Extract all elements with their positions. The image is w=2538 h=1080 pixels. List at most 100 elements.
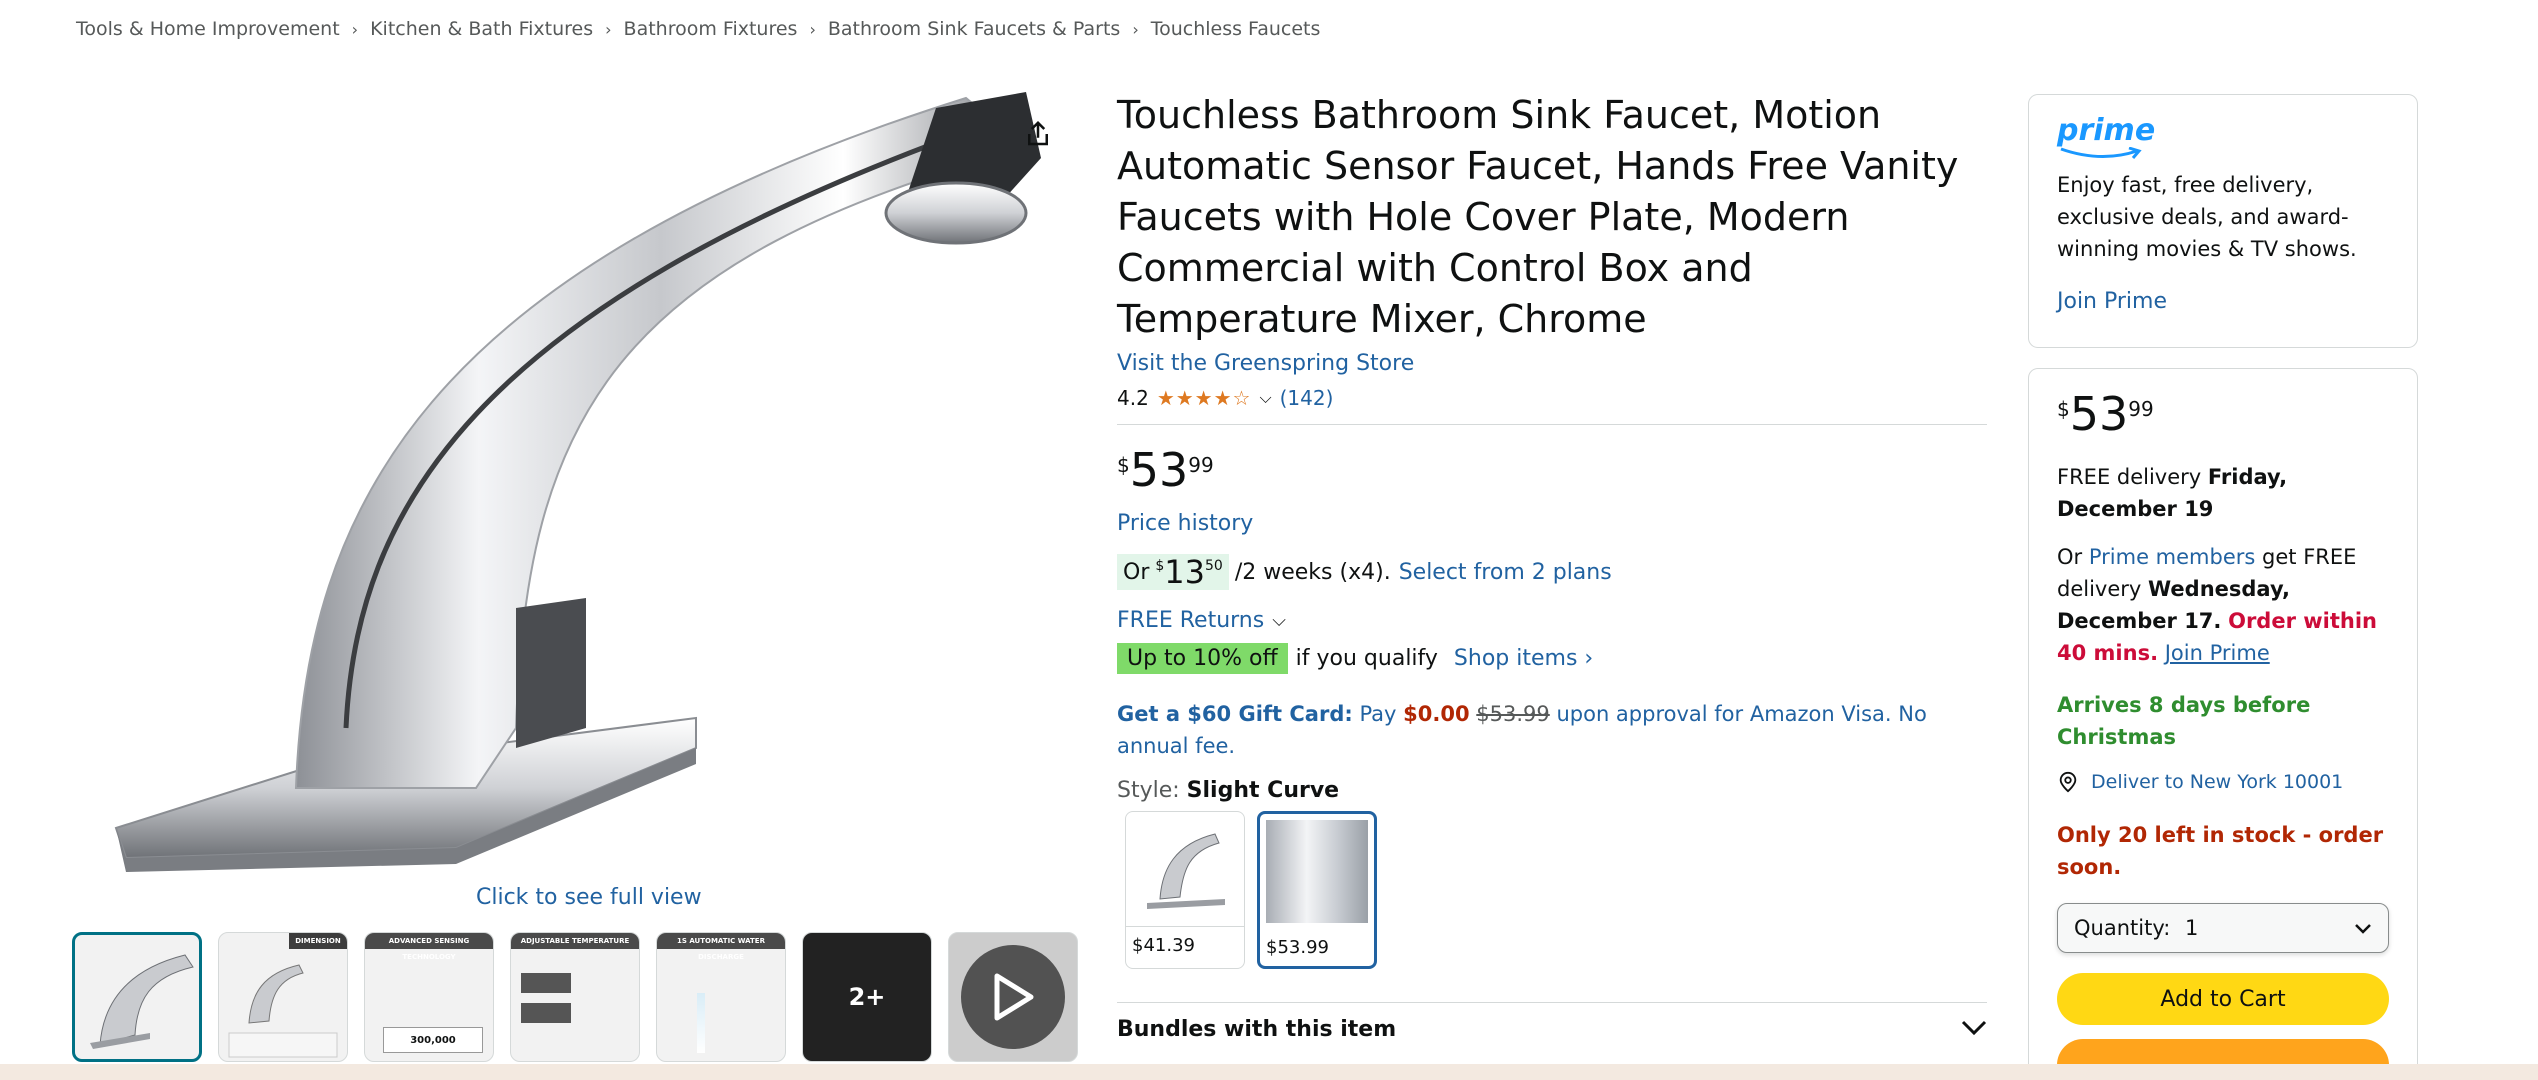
chevron-right-icon: › (809, 19, 816, 39)
chevron-down-icon[interactable]: ⌵ (1259, 388, 1271, 408)
free-returns-link[interactable]: FREE Returns (1117, 608, 1264, 633)
buy-box: $ 53 99 FREE delivery Friday, December 1… (2028, 368, 2418, 1080)
arrives-before-christmas: Arrives 8 days before Christmas (2057, 693, 2311, 749)
review-count-link[interactable]: (142) (1280, 386, 1334, 410)
shop-items-link[interactable]: Shop items › (1454, 646, 1593, 671)
price-whole: 53 (2069, 387, 2129, 441)
prime-prefix: Or (2057, 545, 2083, 569)
installment-price: Or $ 13 50 (1117, 554, 1229, 590)
breadcrumb-item[interactable]: Bathroom Sink Faucets & Parts (828, 18, 1120, 40)
price-whole: 53 (1129, 443, 1189, 497)
free-returns[interactable]: FREE Returns ⌵ (1117, 608, 1987, 633)
chevron-down-icon: ⌵ (1272, 610, 1286, 631)
faucet-image (114, 92, 1041, 872)
page-bottom-strip (0, 1064, 2538, 1080)
deliver-to-link[interactable]: Deliver to New York 10001 (2091, 771, 2343, 793)
delivery-info: FREE delivery Friday, December 19 (2057, 461, 2389, 525)
style-selector: Style: Slight Curve (1117, 778, 1987, 803)
divider (1117, 424, 1987, 425)
chevron-right-icon: › (1132, 19, 1139, 39)
price-fraction: 99 (1188, 453, 1214, 477)
store-link[interactable]: Visit the Greenspring Store (1117, 351, 1987, 376)
chevron-down-icon (1961, 1017, 1987, 1042)
share-icon[interactable] (1016, 112, 1060, 156)
buybox-price: $ 53 99 (2057, 391, 2389, 437)
product-details: Touchless Bathroom Sink Faucet, Motion A… (1117, 90, 1987, 969)
prime-logo: prime (2057, 113, 2155, 159)
installment-whole: 13 (1164, 553, 1206, 591)
price-symbol: $ (1117, 453, 1130, 477)
rating-value: 4.2 (1117, 386, 1149, 410)
select-plans-link[interactable]: Select from 2 plans (1399, 560, 1612, 585)
chevron-right-icon: › (605, 19, 612, 39)
join-prime-link[interactable]: Join Prime (2165, 641, 2270, 665)
style-option-1[interactable]: $41.39 (1125, 811, 1245, 969)
rating-row: 4.2 ★★★★☆ ⌵ (142) (1117, 386, 1987, 410)
stock-status: Only 20 left in stock - order soon. (2057, 823, 2384, 879)
installment-symbol: $ (1155, 558, 1165, 574)
prime-smile-icon (2060, 147, 2142, 159)
gift-original-price: $53.99 (1476, 702, 1550, 726)
swatch-image (1126, 812, 1244, 927)
promo-badge: Up to 10% off (1117, 643, 1288, 674)
installments-row: Or $ 13 50 /2 weeks (x4). Select from 2 … (1117, 554, 1987, 590)
installment-prefix: Or (1123, 560, 1150, 585)
play-icon (961, 945, 1065, 1049)
prime-logo-text: prime (2057, 113, 2156, 148)
main-product-image[interactable] (96, 88, 1056, 888)
thumbnail-label: 1S AUTOMATIC WATER DISCHARGE (657, 933, 785, 961)
style-value: Slight Curve (1186, 778, 1340, 803)
thumbnail-5[interactable]: 1S AUTOMATIC WATER DISCHARGE (656, 932, 786, 1062)
product-title: Touchless Bathroom Sink Faucet, Motion A… (1117, 93, 1959, 341)
thumbnail-1[interactable] (72, 932, 202, 1062)
add-to-cart-button[interactable]: Add to Cart (2057, 973, 2389, 1025)
promo-text: if you qualify (1295, 646, 1438, 671)
thumbnail-badge: 300,000 (383, 1027, 483, 1053)
promo-row: Up to 10% off if you qualify Shop items … (1117, 643, 1987, 674)
thumbnail-6[interactable]: 2+ (802, 932, 932, 1062)
style-option-2[interactable]: $53.99 (1257, 811, 1377, 969)
faucet-thumb-icon (90, 954, 194, 1049)
gift-card-offer[interactable]: Get a $60 Gift Card: Pay $0.00 $53.99 up… (1117, 698, 1987, 762)
thumbnail-label: ADVANCED SENSING TECHNOLOGY (365, 933, 493, 961)
thumbnail-2[interactable]: DIMENSION (218, 932, 348, 1062)
price-symbol: $ (2057, 397, 2070, 421)
prime-members-link[interactable]: Prime members (2089, 545, 2255, 569)
prime-card: prime Enjoy fast, free delivery, exclusi… (2028, 94, 2418, 348)
thumbnail-3[interactable]: ADVANCED SENSING TECHNOLOGY 300,000 (364, 932, 494, 1062)
breadcrumb-item[interactable]: Tools & Home Improvement (76, 18, 340, 40)
breadcrumb-item[interactable]: Touchless Faucets (1151, 18, 1321, 40)
breadcrumb-item[interactable]: Kitchen & Bath Fixtures (370, 18, 593, 40)
thumbnail-4[interactable]: ADJUSTABLE TEMPERATURE (510, 932, 640, 1062)
gift-card-title: Get a $60 Gift Card: (1117, 702, 1353, 726)
price: $ 53 99 (1117, 447, 1987, 493)
swatch-image (1266, 820, 1368, 923)
chevron-right-icon: › (351, 19, 359, 39)
breadcrumb: Tools & Home Improvement › Kitchen & Bat… (76, 18, 1320, 40)
price-fraction: 99 (2128, 397, 2154, 421)
prime-description: Enjoy fast, free delivery, exclusive dea… (2057, 173, 2357, 261)
location-pin-icon (2059, 771, 2077, 793)
chevron-down-icon (2354, 916, 2372, 940)
installment-fraction: 50 (1205, 558, 1223, 574)
prime-delivery-info: Or Prime members get FREE delivery Wedne… (2057, 545, 2377, 665)
breadcrumb-item[interactable]: Bathroom Fixtures (624, 18, 798, 40)
price-history-link[interactable]: Price history (1117, 511, 1987, 536)
installment-suffix: /2 weeks (x4). (1234, 559, 1391, 585)
thumbnail-label: ADJUSTABLE TEMPERATURE (511, 933, 639, 949)
thumbnail-label: DIMENSION (289, 933, 347, 949)
full-view-link[interactable]: Click to see full view (476, 885, 702, 910)
bundles-section-toggle[interactable]: Bundles with this item (1117, 1002, 1987, 1042)
quantity-select[interactable]: Quantity: 1 (2057, 903, 2389, 953)
quantity-label: Quantity: (2074, 916, 2171, 940)
delivery-prefix: FREE delivery (2057, 465, 2202, 489)
swatch-price: $41.39 (1132, 935, 1195, 956)
dimension-thumb-icon (228, 964, 338, 1058)
deliver-to[interactable]: Deliver to New York 10001 (2057, 771, 2389, 793)
more-images-count: 2+ (848, 983, 886, 1011)
star-rating-icon[interactable]: ★★★★☆ (1157, 386, 1252, 410)
bundles-title: Bundles with this item (1117, 1017, 1397, 1042)
style-swatches: $41.39 $53.99 (1125, 811, 1987, 969)
join-prime-link[interactable]: Join Prime (2057, 289, 2389, 314)
thumbnail-video[interactable] (948, 932, 1078, 1062)
